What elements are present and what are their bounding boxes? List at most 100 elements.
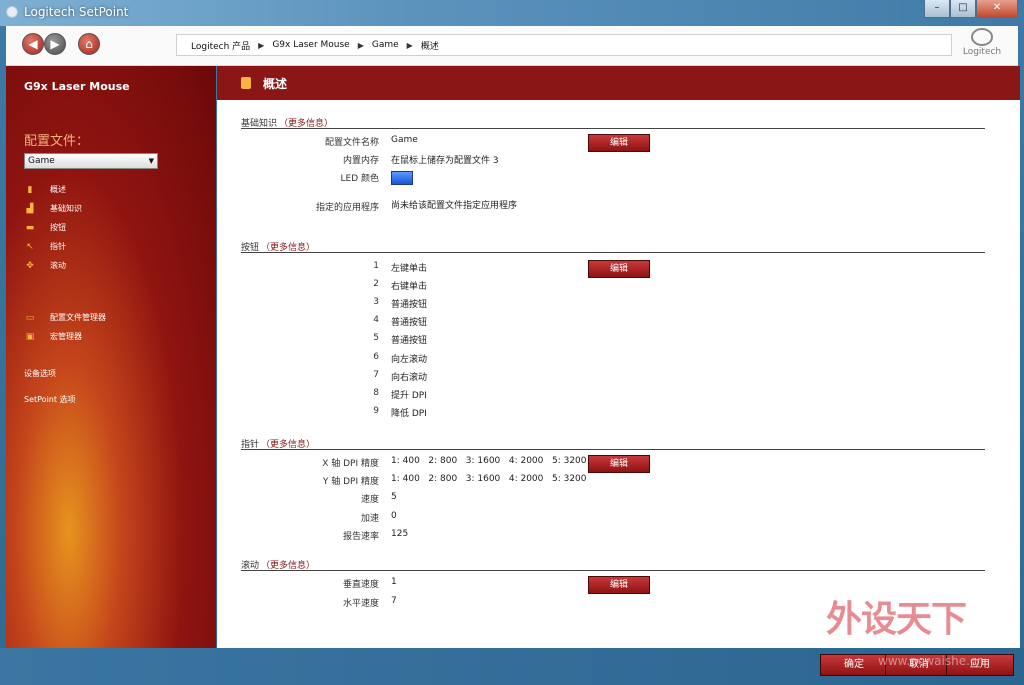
device-options-link[interactable]: 设备选项 — [24, 368, 56, 379]
home-button[interactable]: ⌂ — [78, 33, 100, 55]
title-bar: Logitech SetPoint – □ ✕ — [0, 0, 1024, 26]
sidebar-item-overview[interactable]: ▮ 概述 — [24, 180, 82, 199]
watermark: 外设天下 — [826, 599, 967, 640]
overview-icon — [241, 77, 251, 89]
row-value: 在鼠标上储存为配置文件 3 — [391, 156, 499, 166]
section-heading: 滚动 （更多信息） — [241, 558, 985, 571]
window-controls: – □ ✕ — [924, 0, 1018, 18]
section-heading: 指针 （更多信息） — [241, 437, 985, 450]
sidebar-item-scroll[interactable]: ✥ 滚动 — [24, 256, 82, 275]
footer-bar: 确定 取消 应用 — [0, 648, 1024, 685]
profile-dropdown-value: Game — [28, 156, 55, 166]
scroll-section: 滚动 （更多信息） — [241, 558, 985, 571]
close-button[interactable]: ✕ — [976, 0, 1018, 18]
sidebar-item-profile-manager[interactable]: ▭ 配置文件管理器 — [24, 308, 106, 327]
row-value: 1: 400 2: 800 3: 1600 4: 2000 5: 3200 — [391, 474, 587, 484]
logo-text: Logitech — [962, 47, 1002, 57]
maximize-button[interactable]: □ — [950, 0, 976, 18]
overview-icon: ▮ — [27, 184, 33, 195]
row-value: 1: 400 2: 800 3: 1600 4: 2000 5: 3200 — [391, 456, 587, 466]
row-key: 7 — [373, 370, 379, 380]
row-key: 6 — [373, 352, 379, 362]
section-title: 滚动 — [241, 561, 260, 571]
row-key: 配置文件名称 — [324, 138, 379, 148]
breadcrumb-item: 概述 — [420, 41, 439, 52]
main-panel: 概述 基础知识 （更多信息） 配置文件名称 Game 内置内存 在鼠标上储存为配置… — [217, 66, 1020, 648]
sidebar-item-label: 基础知识 — [50, 204, 82, 213]
row-key: 5 — [373, 333, 379, 343]
row-key: 4 — [373, 315, 379, 325]
edit-basics-button[interactable]: 编辑 — [588, 134, 650, 152]
row-value: 向左滚动 — [391, 355, 428, 365]
logitech-mark-icon — [971, 28, 993, 46]
row-value: 7 — [391, 596, 397, 606]
edit-buttons-button[interactable]: 编辑 — [588, 260, 650, 278]
more-info-link[interactable]: （更多信息） — [261, 561, 315, 571]
led-color-swatch[interactable] — [391, 171, 413, 185]
profile-label: 配置文件： — [24, 134, 90, 149]
row-key: 垂直速度 — [342, 580, 379, 590]
breadcrumb-item[interactable]: Game — [372, 40, 399, 50]
row-value: 5 — [391, 492, 397, 502]
more-info-link[interactable]: （更多信息） — [261, 243, 315, 253]
basics-section: 基础知识 （更多信息） — [241, 116, 985, 129]
row-value: 普通按钮 — [391, 318, 428, 328]
row-value: 提升 DPI — [391, 391, 427, 401]
edit-scroll-button[interactable]: 编辑 — [588, 576, 650, 594]
back-button[interactable]: ◀ — [22, 33, 44, 55]
row-value — [391, 171, 413, 185]
section-title: 基础知识 — [241, 119, 278, 129]
row-key: 速度 — [360, 495, 379, 505]
chevron-right-icon: ▶ — [258, 40, 265, 50]
profile-dropdown[interactable]: Game ▼ — [24, 153, 158, 169]
row-key: 8 — [373, 388, 379, 398]
sidebar-item-buttons[interactable]: ▬ 按钮 — [24, 218, 82, 237]
row-value: 125 — [391, 529, 409, 539]
row-value: 右键单击 — [391, 282, 428, 292]
row-key: 9 — [373, 406, 379, 416]
pointer-section: 指针 （更多信息） — [241, 437, 985, 450]
sidebar-item-macro-manager[interactable]: ▣ 宏管理器 — [24, 327, 106, 346]
logitech-logo: Logitech — [960, 28, 1004, 62]
row-value: 普通按钮 — [391, 300, 428, 310]
row-key: LED 颜色 — [340, 174, 380, 184]
buttons-icon: ▬ — [25, 222, 35, 233]
watermark-url: www.pcwaishe.cn — [878, 654, 985, 668]
row-key: Y 轴 DPI 精度 — [322, 477, 379, 487]
breadcrumb: Logitech 产品 ▶ G9x Laser Mouse ▶ Game ▶ 概… — [176, 34, 952, 56]
sidebar-item-label: 按钮 — [50, 223, 66, 232]
app-icon — [6, 6, 18, 18]
scroll-icon: ✥ — [26, 260, 34, 271]
row-key: 3 — [373, 297, 379, 307]
forward-button[interactable]: ▶ — [44, 33, 66, 55]
sidebar-item-label: 滚动 — [50, 261, 66, 270]
edit-pointer-button[interactable]: 编辑 — [588, 455, 650, 473]
basics-icon: ▟ — [26, 203, 34, 214]
device-name: G9x Laser Mouse — [24, 80, 130, 93]
sidebar-item-label: 指针 — [50, 242, 66, 251]
pointer-icon: ↖ — [26, 241, 34, 252]
section-heading: 基础知识 （更多信息） — [241, 116, 985, 129]
profile-manager-icon: ▭ — [25, 312, 35, 323]
macro-manager-icon: ▣ — [25, 331, 35, 342]
row-value: 尚未给该配置文件指定应用程序 — [391, 201, 518, 211]
chevron-right-icon: ▶ — [357, 40, 364, 50]
sidebar-item-pointer[interactable]: ↖ 指针 — [24, 237, 82, 256]
sidebar-item-label: 宏管理器 — [50, 332, 82, 341]
breadcrumb-item[interactable]: Logitech 产品 — [191, 39, 250, 52]
more-info-link[interactable]: （更多信息） — [261, 440, 315, 450]
setpoint-options-link[interactable]: SetPoint 选项 — [24, 394, 76, 405]
row-value: 降低 DPI — [391, 409, 427, 419]
section-title: 按钮 — [241, 243, 260, 253]
row-key: 内置内存 — [342, 156, 379, 166]
minimize-button[interactable]: – — [924, 0, 950, 18]
sidebar-item-label: 配置文件管理器 — [50, 313, 106, 322]
sidebar-item-basics[interactable]: ▟ 基础知识 — [24, 199, 82, 218]
row-key: 指定的应用程序 — [315, 203, 379, 213]
overview-content: 基础知识 （更多信息） 配置文件名称 Game 内置内存 在鼠标上储存为配置文件 … — [217, 100, 1020, 648]
chevron-down-icon: ▼ — [148, 157, 154, 165]
more-info-link[interactable]: （更多信息） — [279, 119, 333, 129]
breadcrumb-item[interactable]: G9x Laser Mouse — [272, 40, 349, 50]
sidebar-tools: ▭ 配置文件管理器 ▣ 宏管理器 — [24, 308, 106, 346]
page-header: 概述 — [217, 66, 1020, 100]
